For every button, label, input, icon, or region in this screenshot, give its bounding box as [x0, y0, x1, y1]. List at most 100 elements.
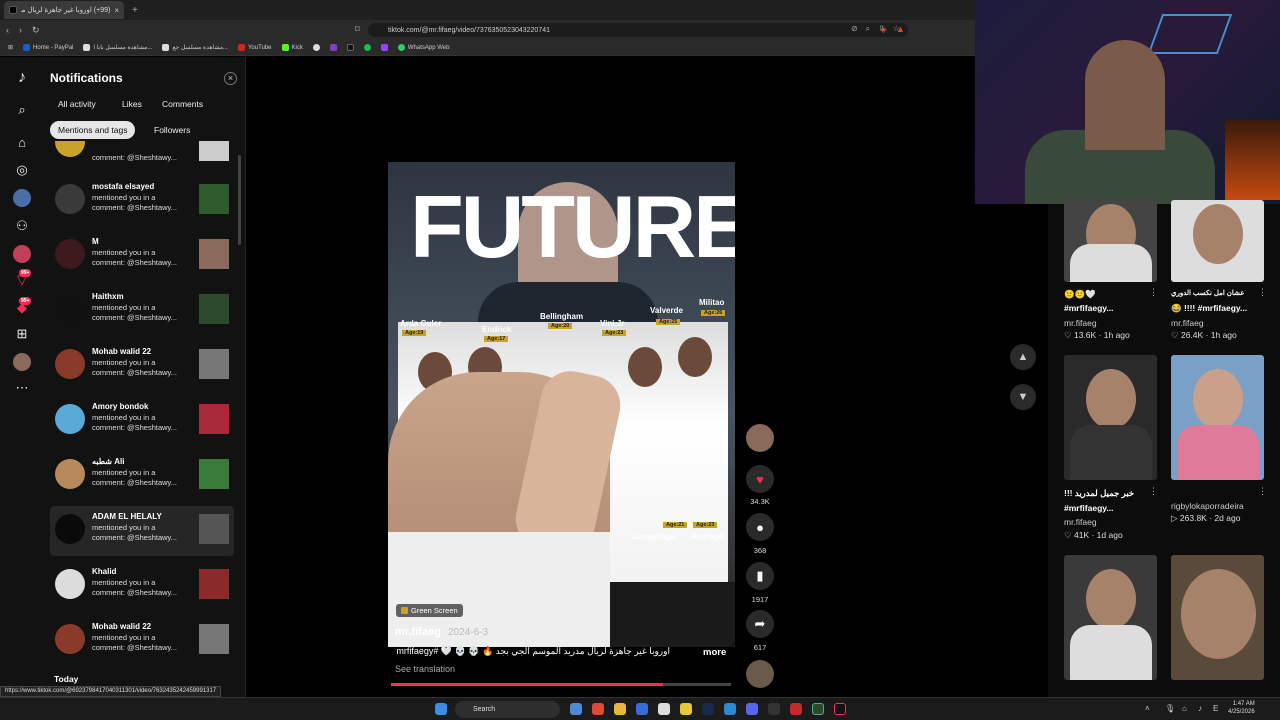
more-options-icon[interactable]: ⋮	[1258, 486, 1267, 497]
recommended-thumbnail[interactable]	[1171, 555, 1264, 680]
notification-item[interactable]: mostafa elsayed mentioned you in a comme…	[50, 176, 234, 226]
bookmark-misc[interactable]	[312, 44, 320, 51]
upload-icon[interactable]: ⊞	[13, 325, 31, 343]
bookmark-series-2[interactable]: مشاهدة مسلسل جع...	[162, 44, 228, 51]
more-options-icon[interactable]: ⋮	[1149, 287, 1158, 298]
video-thumbnail[interactable]	[199, 459, 229, 489]
bookmark-twitch[interactable]	[380, 44, 388, 51]
bookmark-spotify[interactable]	[363, 44, 371, 51]
more-options-icon[interactable]: ⋮	[1258, 287, 1267, 298]
tiktok-icon[interactable]	[834, 703, 846, 715]
caption-more-button[interactable]: more	[703, 647, 726, 658]
scrollbar[interactable]	[238, 155, 241, 245]
video-thumbnail[interactable]	[199, 141, 229, 161]
comment-icon[interactable]: ●	[746, 513, 774, 541]
share-icon[interactable]: ➦	[746, 610, 774, 638]
creator-avatar[interactable]	[746, 424, 774, 452]
video-thumbnail[interactable]	[199, 569, 229, 599]
live-avatar-icon[interactable]	[13, 189, 31, 207]
bookmark-icon[interactable]: ▮	[746, 562, 774, 590]
recommended-thumbnail[interactable]	[1064, 555, 1157, 680]
tab-close-icon[interactable]: ×	[114, 6, 119, 15]
reload-icon[interactable]: ↻	[32, 25, 40, 36]
notification-item[interactable]: Mohab walid 22 mentioned you in a commen…	[50, 341, 234, 391]
brave-icon[interactable]	[592, 703, 604, 715]
green-screen-tag[interactable]: Green Screen	[396, 604, 463, 617]
filter-followers[interactable]: Followers	[146, 121, 198, 139]
taskbar-clock[interactable]: 1:47 AM 4/25/2026	[1228, 700, 1255, 716]
language-icon[interactable]: E	[1213, 704, 1218, 713]
apps-grid-icon[interactable]: ⊞	[8, 44, 13, 51]
microphone-icon[interactable]: 🎙	[1165, 704, 1175, 713]
new-tab-button[interactable]: +	[132, 5, 138, 16]
profile-avatar-icon[interactable]	[13, 245, 31, 263]
recommended-thumbnail[interactable]	[1171, 355, 1264, 480]
video-thumbnail[interactable]	[199, 349, 229, 379]
recommended-thumbnail[interactable]	[1064, 355, 1157, 480]
rec-user[interactable]: mr.fifaeg	[1064, 318, 1097, 328]
bookmark-kick[interactable]: Kick	[281, 44, 303, 51]
notification-item[interactable]: Khalid mentioned you in a comment: @Shes…	[50, 561, 234, 611]
volume-icon[interactable]: ♪	[1198, 704, 1202, 713]
forward-icon[interactable]: ›	[19, 25, 22, 35]
bookmark-page-icon[interactable]: ⌑	[355, 24, 360, 35]
video-player[interactable]: FUTURE Arda Guler Age:19 Endrick Age:17 …	[388, 162, 735, 647]
steam-icon[interactable]	[702, 703, 714, 715]
brave-rewards-icon[interactable]: ▲	[896, 24, 905, 34]
notification-item[interactable]: ADAM EL HELALY mentioned you in a commen…	[50, 506, 234, 556]
file-explorer-icon[interactable]	[614, 703, 626, 715]
see-translation-link[interactable]: See translation	[395, 664, 455, 674]
video-thumbnail[interactable]	[199, 239, 229, 269]
video-thumbnail[interactable]	[199, 514, 229, 544]
rec-user[interactable]: rigbylokaporradeira	[1171, 501, 1244, 511]
brave-shield-icon[interactable]: ◈	[880, 24, 887, 35]
filter-comments[interactable]: Comments	[154, 95, 211, 113]
tiktok-logo-icon[interactable]: ♪	[13, 69, 31, 87]
notification-item[interactable]: comment: @Sheshtawy...	[50, 141, 234, 163]
zoom-icon[interactable]: ⌕	[866, 24, 870, 34]
copilot-icon[interactable]	[570, 703, 582, 715]
browser-tab[interactable]: (99+) اوروبا غير جاهزة لريال مدريد ×	[4, 1, 124, 19]
rec-user[interactable]: mr.fifaeg	[1171, 318, 1204, 328]
store-icon[interactable]	[636, 703, 648, 715]
next-video-chevron-down-icon[interactable]: ▼	[1010, 384, 1036, 410]
taskbar-search[interactable]: Search	[455, 701, 560, 718]
home-icon[interactable]: ⌂	[13, 133, 31, 151]
app-icon[interactable]	[790, 703, 802, 715]
bookmark-series-1[interactable]: مشاهدة مسلسل بابا ا...	[83, 44, 152, 51]
following-icon[interactable]: ⚇	[13, 217, 31, 235]
windows-start-icon[interactable]	[435, 703, 447, 715]
camera-off-icon[interactable]: ⊘	[851, 24, 858, 34]
video-thumbnail[interactable]	[199, 184, 229, 214]
discord-icon[interactable]	[746, 703, 758, 715]
edge-icon[interactable]	[724, 703, 736, 715]
tray-chevron-icon[interactable]: ˄	[1145, 704, 1150, 713]
more-options-icon[interactable]: ⋮	[1149, 486, 1158, 497]
filter-mentions-and-tags[interactable]: Mentions and tags	[50, 121, 136, 139]
sound-avatar[interactable]	[746, 660, 774, 688]
notification-item[interactable]: M mentioned you in a comment: @Sheshtawy…	[50, 231, 234, 281]
video-thumbnail[interactable]	[199, 404, 229, 434]
bookmark-tiktok[interactable]	[346, 44, 354, 51]
network-icon[interactable]: ⌂	[1182, 704, 1187, 713]
previous-video-chevron-up-icon[interactable]: ▲	[1010, 344, 1036, 370]
filter-all-activity[interactable]: All activity	[50, 95, 104, 113]
app-icon[interactable]	[812, 703, 824, 715]
rec-user[interactable]: mr.fifaeg	[1064, 517, 1097, 527]
obs-icon[interactable]	[658, 703, 670, 715]
bookmark-youtube[interactable]: YouTube	[237, 44, 272, 51]
back-icon[interactable]: ‹	[6, 25, 9, 35]
notification-item[interactable]: شطبه Ali mentioned you in a comment: @Sh…	[50, 451, 234, 501]
search-icon[interactable]: ⌕	[13, 101, 31, 119]
notes-icon[interactable]	[680, 703, 692, 715]
recommended-thumbnail[interactable]	[1064, 200, 1157, 282]
address-bar[interactable]: tiktok.com/@mr.fifaeg/video/737635052304…	[368, 23, 908, 37]
recommended-thumbnail[interactable]	[1171, 200, 1264, 282]
notification-item[interactable]: Haithxm mentioned you in a comment: @She…	[50, 286, 234, 336]
notification-item[interactable]: Amory bondok mentioned you in a comment:…	[50, 396, 234, 446]
explore-icon[interactable]: ◎	[13, 161, 31, 179]
video-thumbnail[interactable]	[199, 294, 229, 324]
filter-likes[interactable]: Likes	[114, 95, 150, 113]
video-thumbnail[interactable]	[199, 624, 229, 654]
bookmark-whatsapp[interactable]: WhatsApp Web	[397, 44, 449, 51]
